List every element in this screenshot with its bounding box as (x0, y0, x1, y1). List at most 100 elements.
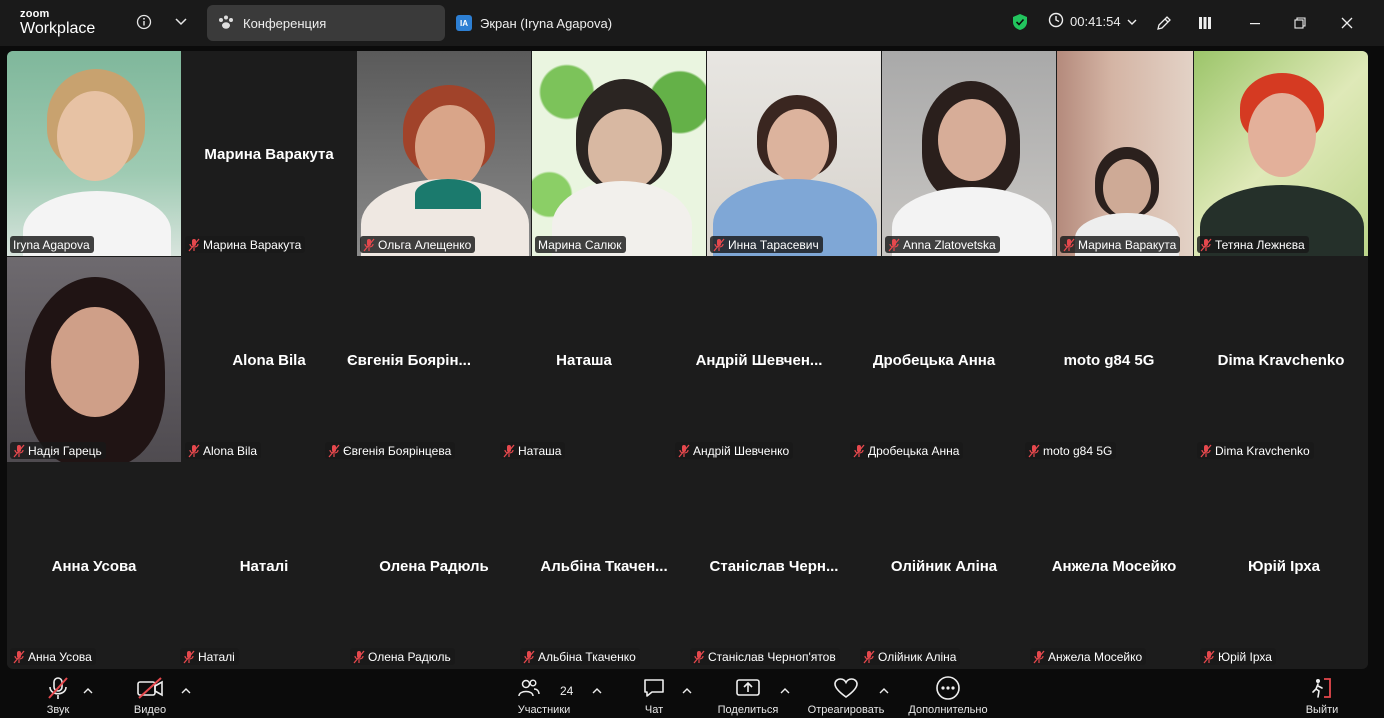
mic-muted-icon (1033, 650, 1045, 663)
participant-label: Дробецька Анна (850, 442, 964, 459)
participant-tile[interactable]: Альбіна Ткачен... Альбіна Ткаченко (517, 463, 691, 668)
participant-label: Инна Тарасевич (710, 236, 823, 253)
participant-label: Андрій Шевченко (675, 442, 794, 459)
brand-top: zoom (20, 8, 50, 20)
leave-button[interactable]: Выйти (1300, 672, 1344, 718)
chat-label: Чат (644, 704, 664, 716)
chevron-up-icon[interactable] (181, 686, 191, 696)
participant-tile[interactable]: Инна Тарасевич (707, 51, 881, 256)
participant-name: Ольга Алещенко (378, 237, 472, 252)
participant-display-name: Анжела Мосейко (1051, 558, 1177, 575)
participant-display-name: Олена Радюль (379, 558, 489, 575)
share-screen-icon (735, 672, 761, 704)
video-gallery: Iryna Agapova Марина Варакута Марина Вар… (7, 51, 1368, 669)
participant-name: Марина Салюк (538, 237, 622, 252)
participant-name: Анжела Мосейко (1048, 649, 1143, 664)
participant-name: Надія Гарець (28, 443, 102, 458)
share-button[interactable]: Поделиться (713, 672, 783, 718)
shield-check-icon[interactable] (1010, 12, 1030, 32)
participant-tile[interactable]: Anna Zlatovetska (882, 51, 1056, 256)
audio-button[interactable]: Звук (38, 672, 78, 718)
tab-label: Конференция (243, 15, 327, 31)
participant-name: Олійник Аліна (878, 649, 957, 664)
meeting-toolbar: Звук Видео Участники 24 Чат Поделиться О… (0, 672, 1384, 718)
chevron-up-icon[interactable] (682, 686, 692, 696)
mic-muted-icon (713, 238, 725, 251)
leave-label: Выйти (1305, 704, 1339, 716)
participant-name: Марина Варакута (203, 237, 302, 252)
participant-tile[interactable]: Андрій Шевчен... Андрій Шевченко (672, 257, 846, 462)
participant-display-name: Андрій Шевчен... (695, 352, 823, 369)
chevron-up-icon[interactable] (592, 686, 602, 696)
participants-label: Участники (517, 704, 571, 716)
mic-muted-icon (13, 650, 25, 663)
participant-label: Станіслав Черноп'ятов (690, 648, 840, 665)
app-logo: zoom Workplace (20, 9, 95, 37)
chevron-down-icon (1127, 14, 1137, 29)
mic-muted-icon (888, 238, 900, 251)
mic-muted-icon (1200, 444, 1212, 457)
chevron-down-icon[interactable] (171, 12, 191, 32)
participant-tile[interactable]: Анна Усова Анна Усова (7, 463, 181, 668)
share-label: Поделиться (717, 704, 779, 716)
participant-tile[interactable]: Наташа Наташа (497, 257, 671, 462)
view-columns-icon[interactable] (1195, 13, 1215, 33)
participant-tile-speaking[interactable]: Марина Салюк (532, 51, 706, 256)
participant-name: moto g84 5G (1043, 443, 1113, 458)
participant-name: Марина Варакута (1078, 237, 1177, 252)
chevron-up-icon[interactable] (780, 686, 790, 696)
participant-tile[interactable]: Наталі Наталі (177, 463, 351, 668)
participant-label: Юрій Ірха (1200, 648, 1276, 665)
participant-name: Dima Kravchenko (1215, 443, 1310, 458)
participant-tile[interactable]: Олена Радюль Олена Радюль (347, 463, 521, 668)
video-feed (415, 179, 481, 209)
pencil-icon[interactable] (1154, 13, 1174, 33)
participant-name: Альбіна Ткаченко (538, 649, 636, 664)
participant-name: Anna Zlatovetska (903, 237, 996, 252)
more-label: Дополнительно (908, 704, 988, 716)
participants-count: 24 (560, 684, 574, 698)
participant-name: Наталі (198, 649, 235, 664)
participant-tile[interactable]: Анжела Мосейко Анжела Мосейко (1027, 463, 1201, 668)
participant-tile[interactable]: Dima Kravchenko Dima Kravchenko (1194, 257, 1368, 462)
mic-muted-icon (328, 444, 340, 457)
audio-label: Звук (46, 704, 70, 716)
tab-screen-share[interactable]: IA Экран (Iryna Agapova) (446, 5, 646, 41)
participant-display-name: Олійник Аліна (890, 558, 998, 575)
participant-tile[interactable]: Надія Гарець (7, 257, 181, 462)
participant-name: Alona Bila (203, 443, 258, 458)
tab-meeting[interactable]: Конференция (207, 5, 445, 41)
participant-label: Alona Bila (185, 442, 262, 459)
participant-tile[interactable]: Юрій Ірха Юрій Ірха (1197, 463, 1368, 668)
participant-label: Iryna Agapova (10, 236, 94, 253)
participant-tile[interactable]: Олійник Аліна Олійник Аліна (857, 463, 1031, 668)
participant-tile[interactable]: Ольга Алещенко (357, 51, 531, 256)
participant-label: Наталі (180, 648, 239, 665)
participant-label: Альбіна Ткаченко (520, 648, 640, 665)
participant-tile[interactable]: Станіслав Черн... Станіслав Черноп'ятов (687, 463, 861, 668)
restore-icon[interactable] (1290, 13, 1310, 33)
more-button[interactable]: Дополнительно (900, 672, 996, 718)
participant-name: Анна Усова (28, 649, 92, 664)
chat-button[interactable]: Чат (636, 672, 672, 718)
video-button[interactable]: Видео (128, 672, 172, 718)
info-icon[interactable] (134, 12, 154, 32)
participant-tile[interactable]: Марина Варакута (1057, 51, 1193, 256)
participant-tile[interactable]: Дробецька Анна Дробецька Анна (847, 257, 1021, 462)
chevron-up-icon[interactable] (879, 686, 889, 696)
video-feed (938, 99, 1006, 181)
participant-tile[interactable]: Iryna Agapova (7, 51, 181, 256)
title-bar: zoom Workplace Конференция IA Экран (Iry… (0, 0, 1384, 46)
participant-tile[interactable]: moto g84 5G moto g84 5G (1022, 257, 1196, 462)
meeting-timer[interactable]: 00:41:54 (1048, 12, 1137, 31)
participant-tile[interactable]: Євгенія Боярін... Євгенія Боярінцева (322, 257, 496, 462)
minimize-icon[interactable] (1245, 13, 1265, 33)
participant-label: Євгенія Боярінцева (325, 442, 456, 459)
participant-tile[interactable]: Марина Варакута Марина Варакута (182, 51, 356, 256)
participant-name: Юрій Ірха (1218, 649, 1272, 664)
chevron-up-icon[interactable] (83, 686, 93, 696)
close-icon[interactable] (1337, 13, 1357, 33)
participant-display-name: Наталі (239, 558, 289, 575)
participant-tile[interactable]: Тетяна Лежнєва (1194, 51, 1368, 256)
participant-display-name: Євгенія Боярін... (346, 352, 472, 369)
